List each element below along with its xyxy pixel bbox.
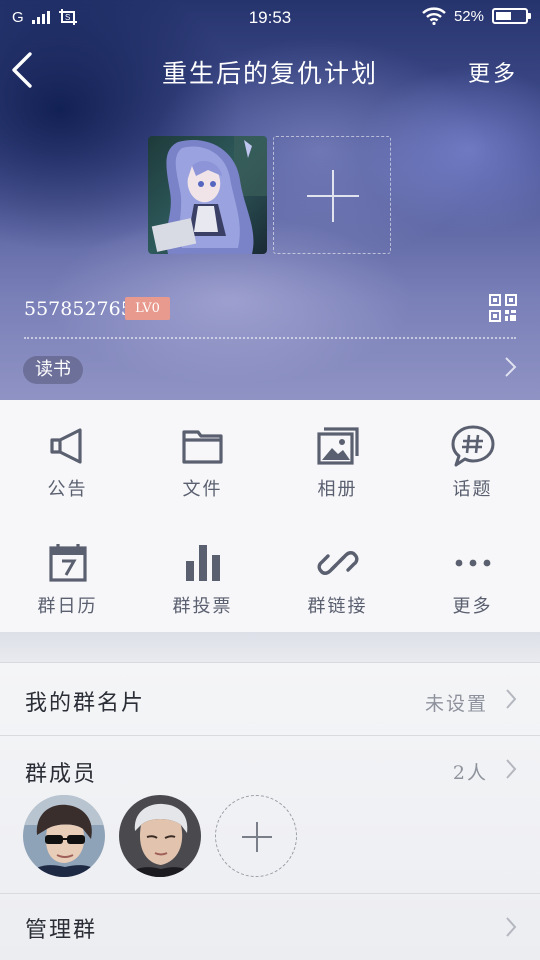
grid-label: 话题	[452, 479, 493, 500]
chevron-right-icon	[506, 917, 517, 937]
group-header: G S 19:53 52% 重生后的复仇计划 更多 557852765 LV0 …	[0, 0, 540, 400]
folder-icon	[182, 430, 223, 464]
member-photo-image	[23, 795, 105, 877]
members-count: 2人	[452, 762, 488, 784]
grid-label: 文件	[182, 479, 223, 500]
nav-bar: 重生后的复仇计划 更多	[0, 36, 540, 108]
more-dots-icon	[455, 559, 491, 567]
grid-label: 群链接	[307, 596, 368, 617]
bar-chart-icon	[186, 545, 220, 581]
status-right: 52%	[422, 7, 531, 25]
hashtag-bubble-icon	[451, 425, 495, 467]
chevron-right-icon	[505, 357, 517, 377]
member-avatar[interactable]	[119, 795, 201, 877]
members-label: 群成员	[25, 762, 98, 787]
grid-item-album[interactable]: 相册	[270, 400, 405, 500]
divider-dotted	[24, 337, 516, 339]
grid-label: 更多	[452, 596, 493, 617]
calendar-icon	[49, 544, 87, 582]
anime-girl-image	[148, 136, 267, 254]
grid-item-more[interactable]: 更多	[405, 517, 540, 617]
chevron-right-icon	[506, 689, 517, 709]
megaphone-icon	[50, 428, 82, 464]
section-gap	[0, 632, 540, 662]
manage-group-label: 管理群	[25, 918, 98, 943]
add-member-button[interactable]	[215, 795, 297, 877]
chevron-right-icon	[506, 759, 517, 779]
group-avatar[interactable]	[148, 136, 267, 254]
photo-album-icon	[317, 427, 359, 465]
qr-code-icon	[489, 294, 517, 322]
manage-group-row[interactable]: 管理群	[0, 894, 540, 960]
level-badge: LV0	[125, 297, 170, 320]
add-photo-button[interactable]	[273, 136, 391, 254]
grid-label: 公告	[47, 479, 88, 500]
grid-item-vote[interactable]: 群投票	[135, 517, 270, 617]
members-row[interactable]: 群成员 2人	[0, 736, 540, 792]
group-number: 557852765	[24, 298, 133, 320]
grid-item-announcement[interactable]: 公告	[0, 400, 135, 500]
member-photo-image	[119, 795, 201, 877]
page-title: 重生后的复仇计划	[161, 59, 378, 88]
grid-item-calendar[interactable]: 群日历	[0, 517, 135, 617]
plus-icon	[242, 822, 272, 852]
wifi-icon	[422, 7, 446, 25]
battery-icon	[492, 8, 531, 24]
battery-percent: 52%	[453, 7, 484, 25]
member-avatar[interactable]	[23, 795, 105, 877]
my-card-row[interactable]: 我的群名片 未设置	[0, 663, 540, 735]
function-grid: 公告 文件 相册 话题 群日历 群投票 群链接 更多	[0, 400, 540, 632]
link-icon	[317, 551, 359, 575]
more-button[interactable]: 更多	[468, 56, 518, 88]
qr-code-button[interactable]	[489, 294, 517, 322]
grid-label: 群日历	[37, 596, 98, 617]
group-tag[interactable]: 读书	[23, 356, 83, 384]
grid-item-topics[interactable]: 话题	[405, 400, 540, 500]
plus-icon	[307, 170, 359, 222]
grid-item-files[interactable]: 文件	[135, 400, 270, 500]
grid-item-link[interactable]: 群链接	[270, 517, 405, 617]
status-bar: G S 19:53 52%	[0, 0, 540, 36]
my-card-value: 未设置	[424, 693, 488, 715]
grid-label: 相册	[317, 479, 358, 500]
my-card-label: 我的群名片	[25, 691, 146, 716]
grid-label: 群投票	[172, 596, 233, 617]
group-info-chevron-button[interactable]	[502, 356, 518, 378]
